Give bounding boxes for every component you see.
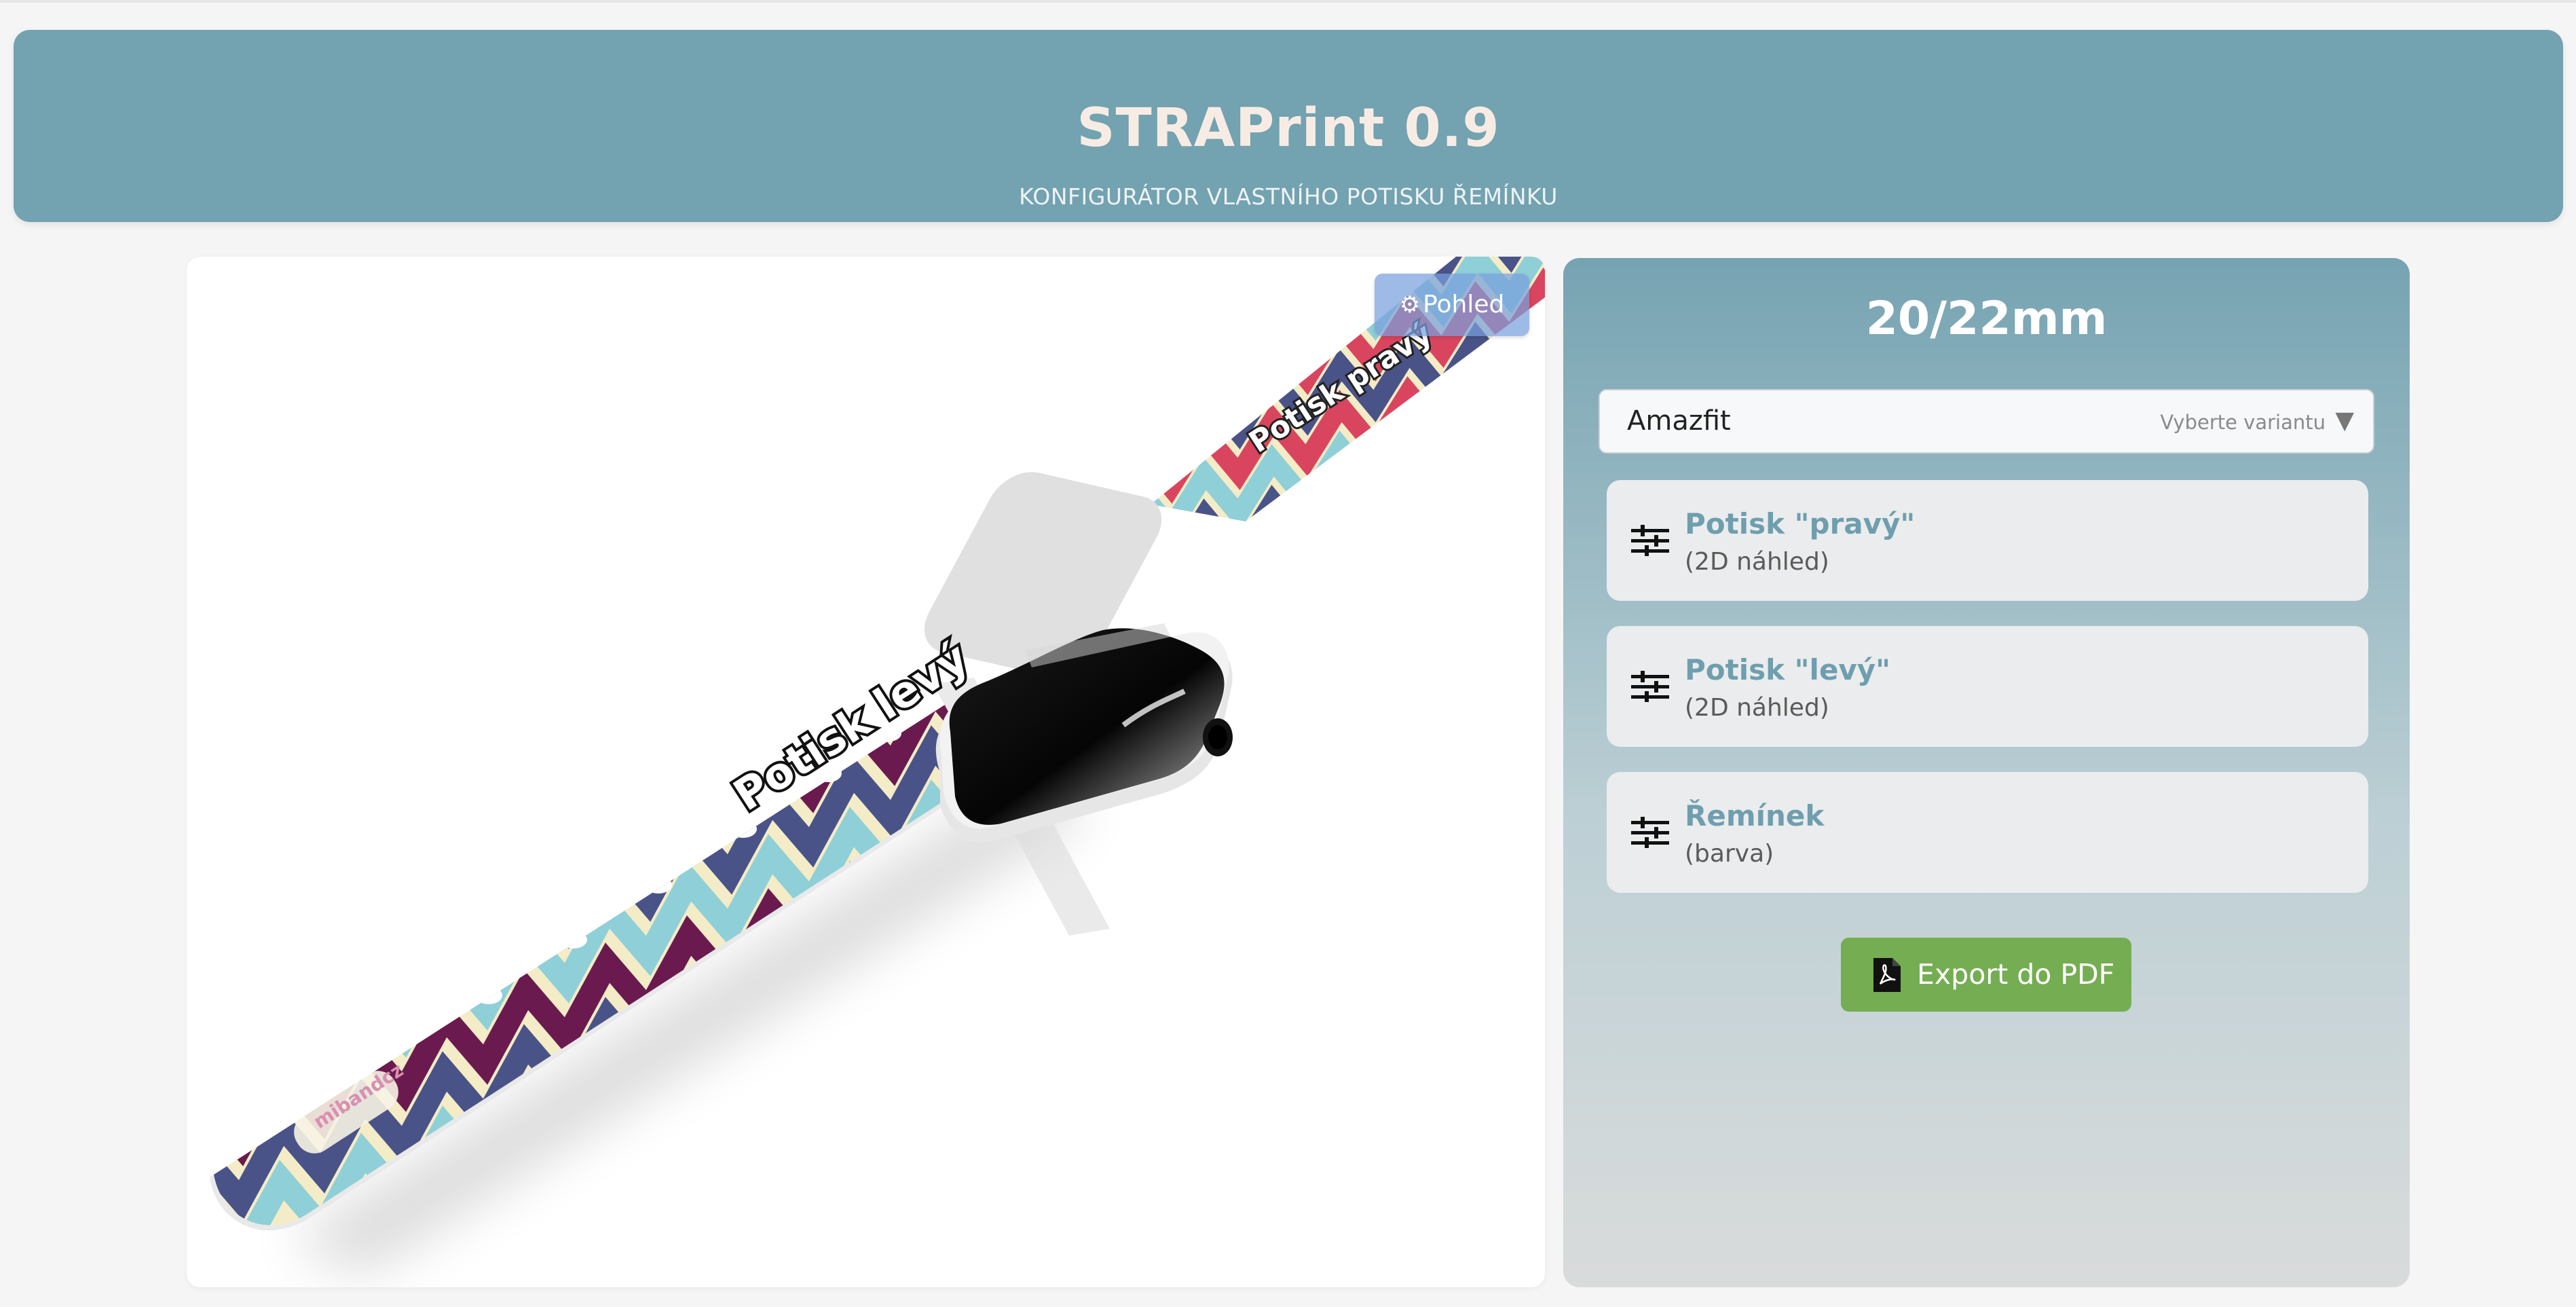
export-pdf-button[interactable]: Export do PDF — [1841, 938, 2131, 1012]
sliders-icon — [1631, 525, 1669, 556]
strap-3d-preview[interactable]: mibandcz Potisk levý Potisk pravý ⚙ Pohl… — [187, 257, 1545, 1287]
strap-shadow — [288, 773, 1089, 1275]
brand-select-hint: Vyberte variantu — [2160, 411, 2326, 434]
option-subtitle: (barva) — [1685, 840, 1774, 868]
brand-select-value: Amazfit — [1627, 405, 1731, 437]
view-button-label: Pohled — [1423, 291, 1505, 318]
sliders-icon — [1631, 817, 1669, 848]
brand-select[interactable]: Amazfit Vyberte variantu ▼ — [1599, 389, 2374, 454]
config-panel: 20/22mm Amazfit Vyberte variantu ▼ Potis… — [1563, 258, 2410, 1287]
app-header: STRAPrint 0.9 KONFIGURÁTOR VLASTNÍHO POT… — [14, 30, 2563, 222]
option-title: Řemínek — [1685, 799, 1825, 832]
option-strap-color[interactable]: Řemínek (barva) — [1607, 772, 2368, 893]
option-subtitle: (2D náhled) — [1685, 694, 1829, 722]
option-print-left[interactable]: Potisk "levý" (2D náhled) — [1607, 626, 2368, 747]
pdf-file-icon — [1873, 958, 1901, 992]
option-title: Potisk "levý" — [1685, 653, 1891, 686]
watch-render: mibandcz Potisk levý Potisk pravý — [210, 257, 1545, 1275]
option-title: Potisk "pravý" — [1685, 507, 1916, 540]
export-pdf-label: Export do PDF — [1917, 958, 2115, 991]
strap-size-label: 20/22mm — [1865, 292, 2108, 346]
caret-down-icon: ▼ — [2335, 407, 2354, 435]
app-title: STRAPrint 0.9 — [1077, 98, 1500, 159]
app-subtitle: KONFIGURÁTOR VLASTNÍHO POTISKU ŘEMÍNKU — [1019, 183, 1558, 210]
view-button[interactable]: ⚙ Pohled — [1375, 274, 1529, 336]
gear-icon: ⚙ — [1399, 291, 1421, 318]
top-border — [0, 0, 2576, 3]
option-subtitle: (2D náhled) — [1685, 548, 1829, 576]
option-print-right[interactable]: Potisk "pravý" (2D náhled) — [1607, 480, 2368, 601]
sliders-icon — [1631, 671, 1669, 702]
